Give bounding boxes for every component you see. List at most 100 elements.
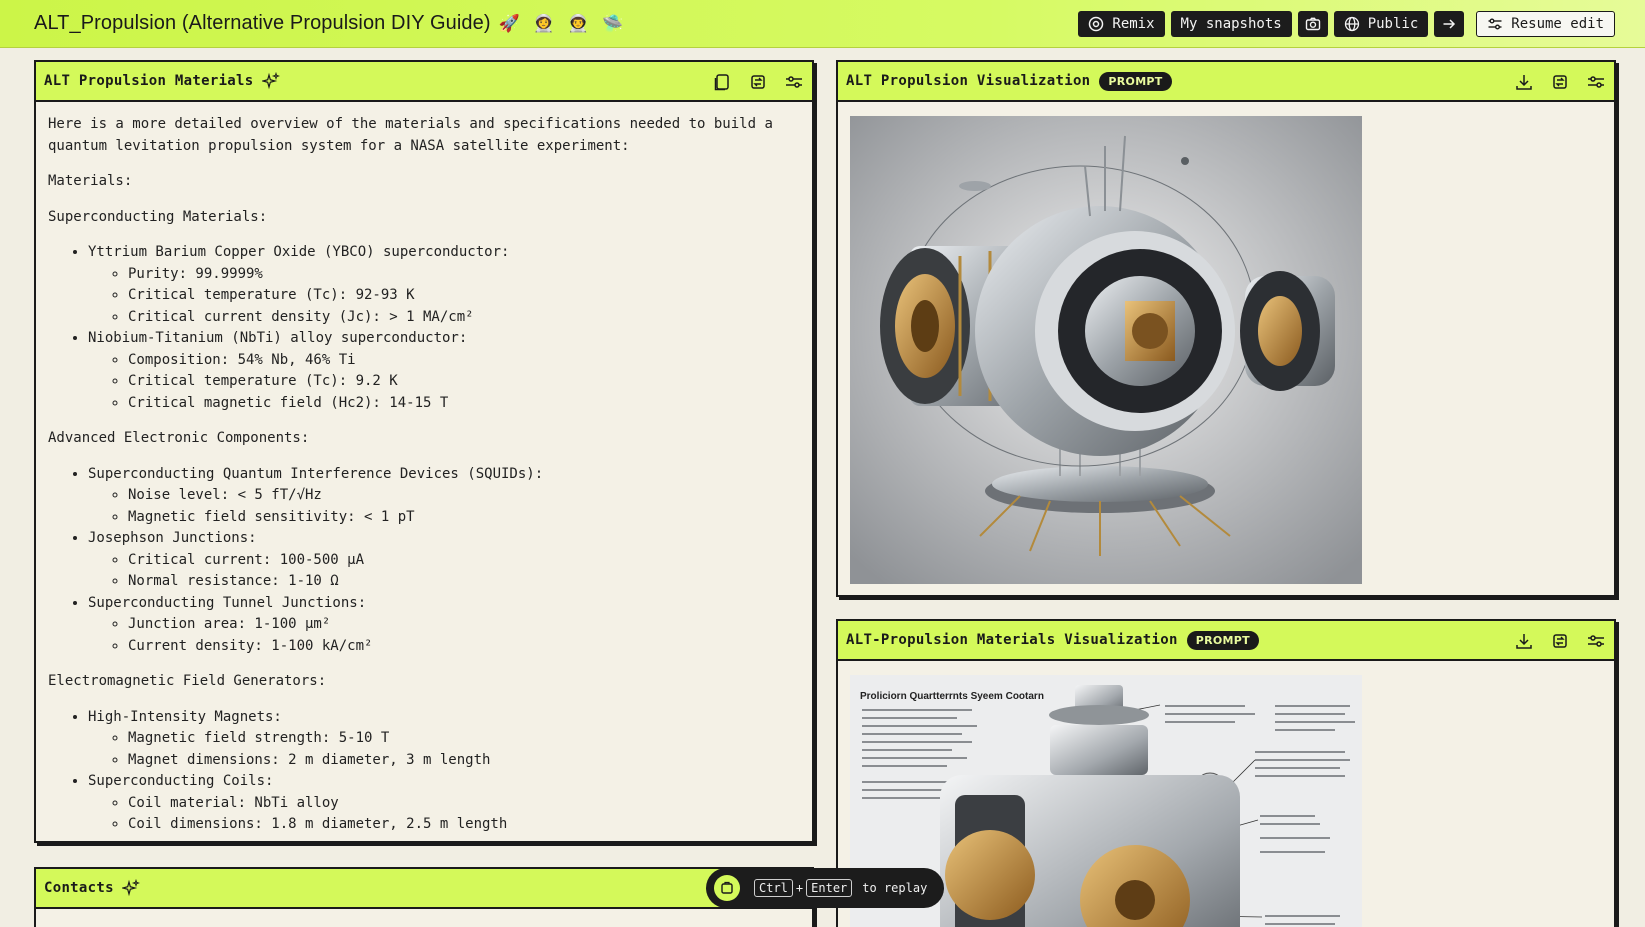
material-list: Superconducting Quantum Interference Dev… <box>48 464 800 658</box>
material-item: Yttrium Barium Copper Oxide (YBCO) super… <box>88 242 800 328</box>
materials-panel-header: ALT Propulsion Materials <box>36 62 812 102</box>
material-item-label: Superconducting Quantum Interference Dev… <box>88 465 544 482</box>
materials-visualization-panel: ALT-Propulsion Materials Visualization P… <box>836 619 1616 927</box>
material-list: Yttrium Barium Copper Oxide (YBCO) super… <box>48 242 800 414</box>
material-item-label: Superconducting Coils: <box>88 773 274 789</box>
sparkle-icon <box>261 72 280 90</box>
material-item: High-Intensity Magnets: Magnetic field st… <box>88 707 800 772</box>
regenerate-icon <box>751 75 765 89</box>
sparkle-icon <box>121 879 140 897</box>
top-bar: ALT_Propulsion (Alternative Propulsion D… <box>0 0 1645 48</box>
panel-settings-button[interactable] <box>784 72 804 92</box>
spec-item: Critical temperature (Tc): 9.2 K <box>128 371 800 393</box>
remix-button[interactable]: Remix <box>1078 11 1165 37</box>
visualization-panel-header: ALT Propulsion Visualization PROMPT <box>838 62 1614 102</box>
materials-panel: ALT Propulsion Materials Here is a more … <box>34 60 814 843</box>
spec-list: Composition: 54% Nb, 46% TiCritical temp… <box>88 350 800 415</box>
download-icon <box>1516 75 1532 90</box>
replay-text: to replay <box>862 881 928 895</box>
panel-settings-button[interactable] <box>1586 631 1606 651</box>
materials-visualization-panel-actions <box>1514 631 1606 651</box>
spec-item: Coil material: NbTi alloy <box>128 793 800 815</box>
snapshot-camera-button[interactable] <box>1297 11 1328 37</box>
propulsion-render-image <box>850 116 1362 584</box>
diagram-heading: Proliciorn Quartterrnts Syeem Cootarn <box>860 691 1044 702</box>
material-item: Niobium-Titanium (NbTi) alloy supercondu… <box>88 328 800 414</box>
sliders-icon <box>786 76 802 88</box>
contacts-panel-header: Contacts <box>36 869 812 909</box>
spec-item: Normal resistance: 1-10 Ω <box>128 571 800 593</box>
materials-panel-actions <box>712 72 804 92</box>
material-item: Josephson Junctions: Critical current: 10… <box>88 528 800 593</box>
download-icon <box>1516 634 1532 649</box>
section-heading: Advanced Electronic Components: <box>48 430 310 446</box>
spec-list: Coil material: NbTi alloyCoil dimensions… <box>88 793 800 836</box>
section-heading: Superconducting Materials: <box>48 208 268 225</box>
snapshots-label: My snapshots <box>1180 16 1282 32</box>
material-item-label: Niobium-Titanium (NbTi) alloy supercondu… <box>88 330 468 346</box>
my-snapshots-button[interactable]: My snapshots <box>1170 11 1292 37</box>
materials-document: Here is a more detailed overview of the … <box>36 102 812 841</box>
top-actions: Remix My snapshots Public Resume edit <box>1078 11 1615 37</box>
materials-panel-title: ALT Propulsion Materials <box>44 73 254 89</box>
spec-item: Noise level: < 5 fT/√Hz <box>128 485 800 507</box>
visualization-panel: ALT Propulsion Visualization PROMPT <box>836 60 1616 597</box>
spec-list: Purity: 99.9999%Critical temperature (Tc… <box>88 264 800 329</box>
spec-item: Junction area: 1-100 μm² <box>128 614 800 636</box>
ctrl-key: Ctrl <box>754 879 793 897</box>
contacts-panel: Contacts <box>34 867 814 927</box>
camera-icon <box>1305 17 1320 31</box>
regenerate-icon <box>1553 75 1567 89</box>
remix-icon <box>1089 16 1104 32</box>
visibility-label: Public <box>1367 16 1419 32</box>
sliders-icon <box>1588 635 1604 647</box>
copy-button[interactable] <box>712 72 732 92</box>
prompt-badge[interactable]: PROMPT <box>1186 630 1259 650</box>
material-item-label: Yttrium Barium Copper Oxide (YBCO) super… <box>88 244 510 260</box>
material-item: Superconducting Quantum Interference Dev… <box>88 464 800 529</box>
material-item: Superconducting Coils: Coil material: NbT… <box>88 771 800 836</box>
spec-item: Critical current density (Jc): > 1 MA/cm… <box>128 307 800 329</box>
regenerate-button[interactable] <box>748 72 768 92</box>
prompt-badge[interactable]: PROMPT <box>1099 71 1172 91</box>
resume-edit-label: Resume edit <box>1511 16 1604 32</box>
replay-icon <box>721 881 733 894</box>
visualization-panel-title: ALT Propulsion Visualization <box>846 73 1091 89</box>
resume-edit-button[interactable]: Resume edit <box>1476 11 1615 37</box>
regenerate-button[interactable] <box>1550 631 1570 651</box>
materials-intro: Here is a more detailed overview of the … <box>48 116 773 154</box>
download-button[interactable] <box>1514 72 1534 92</box>
spec-item: Critical temperature (Tc): 92-93 K <box>128 285 800 307</box>
spec-item: Purity: 99.9999% <box>128 264 800 286</box>
spec-item: Critical current: 100-500 μA <box>128 550 800 572</box>
spec-list: Magnetic field strength: 5-10 TMagnet di… <box>88 728 800 771</box>
regenerate-button[interactable] <box>1550 72 1570 92</box>
material-item-label: High-Intensity Magnets: <box>88 708 282 725</box>
plus-sign: + <box>795 881 804 895</box>
panel-settings-button[interactable] <box>1586 72 1606 92</box>
spec-item: Magnetic field sensitivity: < 1 pT <box>128 507 800 529</box>
title-emojis: 🚀 👩‍🚀 👨‍🚀 🛸 <box>498 13 628 34</box>
spec-item: Coil dimensions: 1.8 m diameter, 2.5 m l… <box>128 814 800 836</box>
arrow-right-icon <box>1443 19 1456 29</box>
share-arrow-button[interactable] <box>1434 11 1465 37</box>
copy-icon <box>714 74 729 91</box>
download-button[interactable] <box>1514 631 1534 651</box>
replay-button[interactable] <box>714 875 740 901</box>
visualization-panel-actions <box>1514 72 1606 92</box>
spec-item: Magnet dimensions: 2 m diameter, 3 m len… <box>128 750 800 772</box>
sliders-icon <box>1488 18 1502 30</box>
spec-item: Current density: 1-100 kA/cm² <box>128 636 800 658</box>
visibility-button[interactable]: Public <box>1333 11 1429 37</box>
spec-list: Junction area: 1-100 μm²Current density:… <box>88 614 800 657</box>
replay-hint: Ctrl + Enter to replay <box>706 868 944 908</box>
spec-list: Noise level: < 5 fT/√HzMagnetic field se… <box>88 485 800 528</box>
materials-visualization-panel-header: ALT-Propulsion Materials Visualization P… <box>838 621 1614 661</box>
enter-key: Enter <box>806 879 853 897</box>
contacts-panel-title: Contacts <box>44 880 114 896</box>
spec-list: Critical current: 100-500 μANormal resis… <box>88 550 800 593</box>
section-heading: Materials: <box>48 173 133 189</box>
material-item: Superconducting Tunnel Junctions: Junctio… <box>88 593 800 658</box>
globe-icon <box>1344 16 1359 32</box>
material-item-label: Superconducting Tunnel Junctions: <box>88 594 367 611</box>
